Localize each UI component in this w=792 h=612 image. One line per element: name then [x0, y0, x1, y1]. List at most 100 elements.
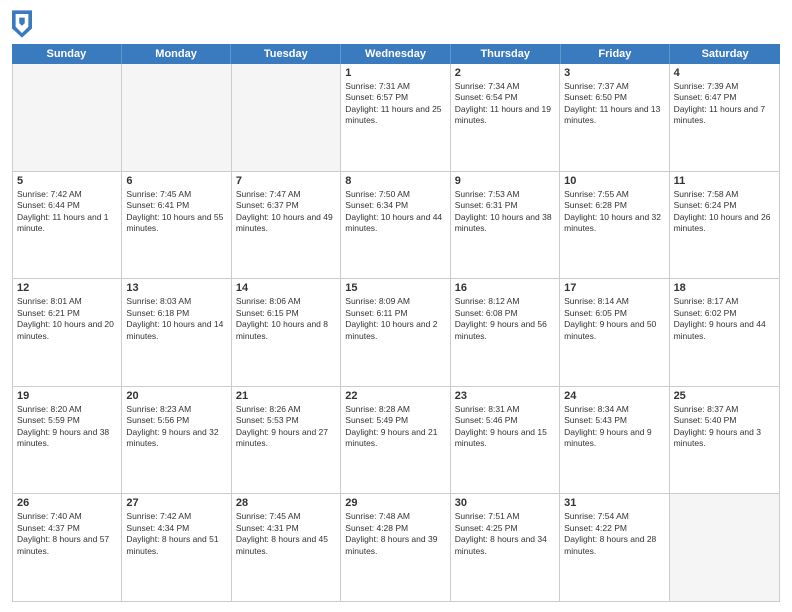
day-info: Sunrise: 8:34 AMSunset: 5:43 PMDaylight:… [564, 404, 664, 450]
day-cell-20: 20 Sunrise: 8:23 AMSunset: 5:56 PMDayligh… [122, 387, 231, 494]
day-number: 20 [126, 390, 226, 402]
day-number: 14 [236, 282, 336, 294]
day-info: Sunrise: 8:23 AMSunset: 5:56 PMDaylight:… [126, 404, 226, 450]
day-info: Sunrise: 7:42 AMSunset: 6:44 PMDaylight:… [17, 189, 117, 235]
calendar-week-1: 5 Sunrise: 7:42 AMSunset: 6:44 PMDaylight… [13, 172, 779, 280]
logo [12, 10, 34, 38]
day-cell-31: 31 Sunrise: 7:54 AMSunset: 4:22 PMDayligh… [560, 494, 669, 601]
day-number: 31 [564, 497, 664, 509]
day-cell-10: 10 Sunrise: 7:55 AMSunset: 6:28 PMDayligh… [560, 172, 669, 279]
day-cell-4: 4 Sunrise: 7:39 AMSunset: 6:47 PMDaylight… [670, 64, 779, 171]
empty-cell [232, 64, 341, 171]
day-cell-19: 19 Sunrise: 8:20 AMSunset: 5:59 PMDayligh… [13, 387, 122, 494]
day-cell-14: 14 Sunrise: 8:06 AMSunset: 6:15 PMDayligh… [232, 279, 341, 386]
day-cell-30: 30 Sunrise: 7:51 AMSunset: 4:25 PMDayligh… [451, 494, 560, 601]
day-cell-17: 17 Sunrise: 8:14 AMSunset: 6:05 PMDayligh… [560, 279, 669, 386]
day-number: 30 [455, 497, 555, 509]
day-cell-6: 6Sunrise: 7:45 AMSunset: 6:41 PMDaylight… [122, 172, 231, 279]
day-number: 12 [17, 282, 117, 294]
day-cell-12: 12 Sunrise: 8:01 AMSunset: 6:21 PMDayligh… [13, 279, 122, 386]
calendar: SundayMondayTuesdayWednesdayThursdayFrid… [12, 44, 780, 602]
day-info: Sunrise: 8:06 AMSunset: 6:15 PMDaylight:… [236, 296, 336, 342]
day-info: Sunrise: 7:42 AMSunset: 4:34 PMDaylight:… [126, 511, 226, 557]
calendar-grid: 1 Sunrise: 7:31 AMSunset: 6:57 PMDaylight… [12, 64, 780, 602]
day-cell-24: 24 Sunrise: 8:34 AMSunset: 5:43 PMDayligh… [560, 387, 669, 494]
day-cell-21: 21 Sunrise: 8:26 AMSunset: 5:53 PMDayligh… [232, 387, 341, 494]
day-number: 13 [126, 282, 226, 294]
day-info: Sunrise: 7:47 AMSunset: 6:37 PMDaylight:… [236, 189, 336, 235]
day-number: 18 [674, 282, 775, 294]
day-number: 21 [236, 390, 336, 402]
day-info: Sunrise: 7:37 AMSunset: 6:50 PMDaylight:… [564, 81, 664, 127]
header-day-sunday: Sunday [12, 44, 122, 64]
day-cell-8: 8Sunrise: 7:50 AMSunset: 6:34 PMDaylight… [341, 172, 450, 279]
day-info: Sunrise: 7:40 AMSunset: 4:37 PMDaylight:… [17, 511, 117, 557]
logo-icon [12, 10, 32, 38]
day-info: Sunrise: 8:17 AMSunset: 6:02 PMDaylight:… [674, 296, 775, 342]
day-number: 17 [564, 282, 664, 294]
day-cell-25: 25Sunrise: 8:37 AMSunset: 5:40 PMDayligh… [670, 387, 779, 494]
day-number: 24 [564, 390, 664, 402]
day-cell-29: 29Sunrise: 7:48 AMSunset: 4:28 PMDayligh… [341, 494, 450, 601]
day-number: 29 [345, 497, 445, 509]
header-day-wednesday: Wednesday [341, 44, 451, 64]
day-info: Sunrise: 8:28 AMSunset: 5:49 PMDaylight:… [345, 404, 445, 450]
day-cell-11: 11Sunrise: 7:58 AMSunset: 6:24 PMDayligh… [670, 172, 779, 279]
day-cell-3: 3Sunrise: 7:37 AMSunset: 6:50 PMDaylight… [560, 64, 669, 171]
day-cell-22: 22 Sunrise: 8:28 AMSunset: 5:49 PMDayligh… [341, 387, 450, 494]
day-cell-28: 28Sunrise: 7:45 AMSunset: 4:31 PMDayligh… [232, 494, 341, 601]
header-day-tuesday: Tuesday [231, 44, 341, 64]
day-number: 23 [455, 390, 555, 402]
day-info: Sunrise: 7:50 AMSunset: 6:34 PMDaylight:… [345, 189, 445, 235]
day-cell-15: 15Sunrise: 8:09 AMSunset: 6:11 PMDayligh… [341, 279, 450, 386]
day-info: Sunrise: 7:53 AMSunset: 6:31 PMDaylight:… [455, 189, 555, 235]
day-info: Sunrise: 7:58 AMSunset: 6:24 PMDaylight:… [674, 189, 775, 235]
day-cell-23: 23 Sunrise: 8:31 AMSunset: 5:46 PMDayligh… [451, 387, 560, 494]
day-cell-5: 5 Sunrise: 7:42 AMSunset: 6:44 PMDaylight… [13, 172, 122, 279]
header-day-friday: Friday [561, 44, 671, 64]
calendar-week-3: 19 Sunrise: 8:20 AMSunset: 5:59 PMDayligh… [13, 387, 779, 495]
empty-cell [670, 494, 779, 601]
day-info: Sunrise: 8:09 AMSunset: 6:11 PMDaylight:… [345, 296, 445, 342]
day-cell-9: 9Sunrise: 7:53 AMSunset: 6:31 PMDaylight… [451, 172, 560, 279]
day-info: Sunrise: 8:26 AMSunset: 5:53 PMDaylight:… [236, 404, 336, 450]
day-number: 4 [674, 67, 775, 79]
day-info: Sunrise: 7:54 AMSunset: 4:22 PMDaylight:… [564, 511, 664, 557]
day-cell-26: 26 Sunrise: 7:40 AMSunset: 4:37 PMDayligh… [13, 494, 122, 601]
empty-cell [122, 64, 231, 171]
header [12, 10, 780, 38]
day-number: 5 [17, 175, 117, 187]
calendar-container: SundayMondayTuesdayWednesdayThursdayFrid… [0, 0, 792, 612]
day-info: Sunrise: 8:12 AMSunset: 6:08 PMDaylight:… [455, 296, 555, 342]
day-number: 25 [674, 390, 775, 402]
day-info: Sunrise: 7:31 AMSunset: 6:57 PMDaylight:… [345, 81, 445, 127]
calendar-week-0: 1 Sunrise: 7:31 AMSunset: 6:57 PMDaylight… [13, 64, 779, 172]
day-info: Sunrise: 7:55 AMSunset: 6:28 PMDaylight:… [564, 189, 664, 235]
empty-cell [13, 64, 122, 171]
day-number: 19 [17, 390, 117, 402]
day-number: 16 [455, 282, 555, 294]
day-info: Sunrise: 8:31 AMSunset: 5:46 PMDaylight:… [455, 404, 555, 450]
day-number: 2 [455, 67, 555, 79]
day-info: Sunrise: 7:39 AMSunset: 6:47 PMDaylight:… [674, 81, 775, 127]
day-cell-18: 18 Sunrise: 8:17 AMSunset: 6:02 PMDayligh… [670, 279, 779, 386]
calendar-week-2: 12 Sunrise: 8:01 AMSunset: 6:21 PMDayligh… [13, 279, 779, 387]
day-info: Sunrise: 8:20 AMSunset: 5:59 PMDaylight:… [17, 404, 117, 450]
day-number: 6 [126, 175, 226, 187]
day-cell-16: 16 Sunrise: 8:12 AMSunset: 6:08 PMDayligh… [451, 279, 560, 386]
day-number: 26 [17, 497, 117, 509]
calendar-week-4: 26 Sunrise: 7:40 AMSunset: 4:37 PMDayligh… [13, 494, 779, 601]
day-info: Sunrise: 7:51 AMSunset: 4:25 PMDaylight:… [455, 511, 555, 557]
header-day-monday: Monday [122, 44, 232, 64]
day-number: 10 [564, 175, 664, 187]
day-number: 1 [345, 67, 445, 79]
day-info: Sunrise: 8:01 AMSunset: 6:21 PMDaylight:… [17, 296, 117, 342]
calendar-header: SundayMondayTuesdayWednesdayThursdayFrid… [12, 44, 780, 64]
day-info: Sunrise: 8:14 AMSunset: 6:05 PMDaylight:… [564, 296, 664, 342]
day-cell-27: 27Sunrise: 7:42 AMSunset: 4:34 PMDayligh… [122, 494, 231, 601]
header-day-thursday: Thursday [451, 44, 561, 64]
day-cell-1: 1 Sunrise: 7:31 AMSunset: 6:57 PMDaylight… [341, 64, 450, 171]
day-cell-13: 13Sunrise: 8:03 AMSunset: 6:18 PMDayligh… [122, 279, 231, 386]
day-number: 22 [345, 390, 445, 402]
day-number: 28 [236, 497, 336, 509]
